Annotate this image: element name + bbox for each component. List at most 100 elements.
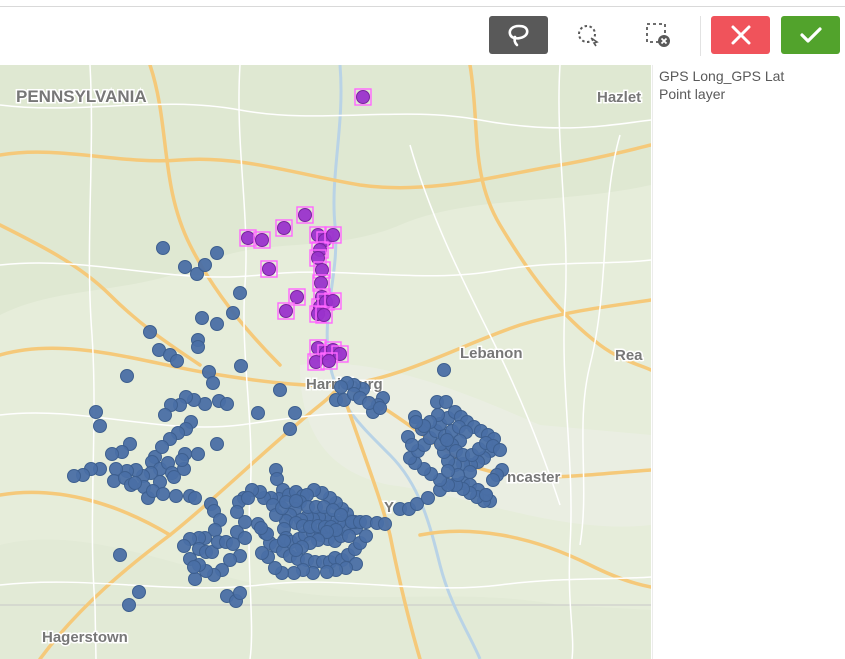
map-point[interactable]: [373, 401, 387, 415]
map-point[interactable]: [120, 369, 134, 383]
map-point[interactable]: [143, 325, 157, 339]
clear-selection-button[interactable]: [628, 16, 688, 54]
map-point[interactable]: [255, 546, 269, 560]
confirm-selection-button[interactable]: [781, 16, 840, 54]
map-point[interactable]: [89, 405, 103, 419]
lasso-icon: [508, 24, 528, 47]
map-point[interactable]: [156, 241, 170, 255]
cancel-selection-button[interactable]: [711, 16, 770, 54]
map-point-selected[interactable]: [322, 354, 336, 368]
map-point[interactable]: [128, 476, 142, 490]
map-point[interactable]: [220, 397, 234, 411]
map-point[interactable]: [132, 585, 146, 599]
map-point[interactable]: [198, 258, 212, 272]
map-point[interactable]: [230, 505, 244, 519]
map-point-selected[interactable]: [290, 290, 304, 304]
basemap: PENNSYLVANIA Hazlet Lebanon Rea Harrisbu…: [0, 65, 651, 659]
map-point-selected[interactable]: [298, 208, 312, 222]
map-point[interactable]: [191, 447, 205, 461]
circle-select-button[interactable]: [560, 16, 616, 54]
circle-select-icon: [578, 25, 599, 47]
map-point[interactable]: [169, 489, 183, 503]
map-point[interactable]: [486, 473, 500, 487]
map-point[interactable]: [277, 534, 291, 548]
map-point[interactable]: [463, 465, 477, 479]
map-point-selected[interactable]: [317, 308, 331, 322]
map-point[interactable]: [273, 383, 287, 397]
map-point[interactable]: [234, 359, 248, 373]
map-point-selected[interactable]: [326, 228, 340, 242]
map-point[interactable]: [440, 433, 454, 447]
map-point[interactable]: [441, 464, 455, 478]
map-point[interactable]: [113, 548, 127, 562]
close-icon: [731, 25, 750, 45]
map-point[interactable]: [195, 311, 209, 325]
map-point[interactable]: [479, 488, 493, 502]
map-point[interactable]: [167, 470, 181, 484]
map-point-selected[interactable]: [356, 90, 370, 104]
map-point-selected[interactable]: [314, 276, 328, 290]
map-point[interactable]: [251, 406, 265, 420]
map-point[interactable]: [233, 286, 247, 300]
map-point[interactable]: [437, 363, 451, 377]
map-point[interactable]: [155, 440, 169, 454]
map-point-selected[interactable]: [241, 231, 255, 245]
map-point[interactable]: [67, 469, 81, 483]
map-point[interactable]: [210, 317, 224, 331]
map-point-selected[interactable]: [255, 233, 269, 247]
map-point[interactable]: [289, 494, 303, 508]
map-point[interactable]: [175, 453, 189, 467]
map-point[interactable]: [226, 306, 240, 320]
map-point[interactable]: [283, 422, 297, 436]
map-point[interactable]: [342, 529, 356, 543]
map-point[interactable]: [188, 572, 202, 586]
legend-title: GPS Long_GPS Lat: [659, 68, 785, 84]
map-point[interactable]: [287, 566, 301, 580]
map-point[interactable]: [238, 531, 252, 545]
map-point[interactable]: [289, 543, 303, 557]
map-point[interactable]: [156, 487, 170, 501]
map-point[interactable]: [178, 260, 192, 274]
label-hagerstown: Hagerstown: [42, 629, 128, 646]
label-hazleton: Hazlet: [597, 89, 641, 106]
map-point[interactable]: [188, 491, 202, 505]
map-point[interactable]: [405, 438, 419, 452]
map-point[interactable]: [122, 598, 136, 612]
check-icon: [799, 27, 822, 43]
map-point-selected[interactable]: [262, 262, 276, 276]
label-york: Y: [384, 499, 394, 516]
legend-layer-name: Point layer: [659, 86, 726, 102]
map-point[interactable]: [210, 437, 224, 451]
toolbar-separator: [700, 16, 701, 56]
map-point[interactable]: [439, 395, 453, 409]
map-view[interactable]: PENNSYLVANIA Hazlet Lebanon Rea Harrisbu…: [0, 65, 651, 659]
selection-toolbar: [0, 7, 845, 64]
map-point[interactable]: [241, 491, 255, 505]
label-pennsylvania: PENNSYLVANIA: [16, 87, 147, 106]
map-point[interactable]: [493, 443, 507, 457]
map-point[interactable]: [187, 560, 201, 574]
map-point[interactable]: [421, 491, 435, 505]
map-point[interactable]: [288, 406, 302, 420]
map-point[interactable]: [254, 521, 268, 535]
map-point[interactable]: [210, 246, 224, 260]
map-point[interactable]: [170, 354, 184, 368]
map-point[interactable]: [177, 539, 191, 553]
map-point-selected[interactable]: [277, 221, 291, 235]
map-point-selected[interactable]: [279, 304, 293, 318]
map-point[interactable]: [105, 447, 119, 461]
map-point[interactable]: [93, 419, 107, 433]
lasso-select-button[interactable]: [489, 16, 548, 54]
map-point[interactable]: [409, 415, 423, 429]
map-point[interactable]: [191, 340, 205, 354]
map-point[interactable]: [226, 537, 240, 551]
map-point[interactable]: [206, 376, 220, 390]
map-point[interactable]: [320, 565, 334, 579]
map-point[interactable]: [334, 380, 348, 394]
map-point-selected[interactable]: [326, 294, 340, 308]
map-point[interactable]: [158, 408, 172, 422]
label-reading: Rea: [615, 347, 643, 364]
map-point[interactable]: [378, 517, 392, 531]
clear-selection-icon: [646, 23, 670, 47]
map-point[interactable]: [233, 586, 247, 600]
